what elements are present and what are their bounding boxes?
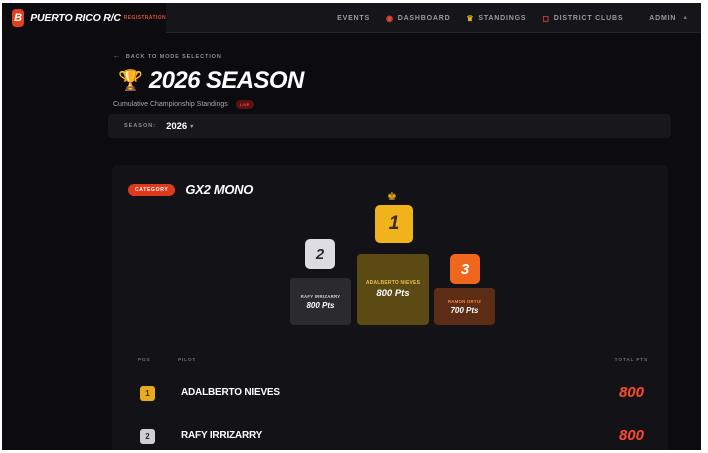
podium-first-name: ADALBERTO NIEVES	[365, 280, 421, 286]
column-header-pilot: PILOT	[178, 358, 197, 363]
season-select-value: 2026	[166, 120, 188, 132]
podium-first: ADALBERTO NIEVES 800 Pts	[357, 254, 429, 325]
live-badge: LIVE	[235, 100, 254, 109]
trophy-icon: 🏆	[118, 70, 143, 92]
page-title: 🏆 2026 SEASON	[118, 67, 304, 95]
nav-admin[interactable]: ADMIN ▲	[649, 15, 689, 22]
nav-dashboard[interactable]: ◉ DASHBOARD	[386, 14, 450, 23]
podium-rank-2: 2	[305, 239, 335, 269]
page-title-text: 2026 SEASON	[148, 67, 304, 94]
dashboard-icon: ◉	[385, 13, 394, 23]
trophy-icon: ♛	[466, 13, 475, 23]
table-row[interactable]: 1 ADALBERTO NIEVES 800	[112, 376, 668, 412]
podium-second: RAFY IRRIZARRY 800 Pts	[290, 278, 351, 325]
app-window: B PUERTO RICO R/C REGISTRATION EVENTS ◉ …	[2, 3, 701, 450]
category-badge: CATEGORY	[128, 183, 176, 196]
nav-admin-label: ADMIN	[649, 14, 677, 22]
column-header-pos: POS	[138, 358, 151, 363]
season-label: SEASON:	[124, 123, 157, 129]
main-nav: EVENTS ◉ DASHBOARD ♛ STANDINGS ◻ DISTRIC…	[321, 3, 689, 33]
nav-district-clubs-label: DISTRICT CLUBS	[553, 14, 624, 22]
podium-second-points: 800 Pts	[306, 300, 335, 310]
admin-arrow-icon: ▲	[682, 15, 689, 21]
podium-rank-3: 3	[450, 254, 480, 284]
nav-events-label: EVENTS	[337, 14, 370, 22]
nav-district-clubs[interactable]: ◻ DISTRICT CLUBS	[542, 14, 623, 23]
back-link[interactable]: ← BACK TO MODE SELECTION	[113, 53, 222, 60]
category-name: GX2 MONO	[185, 182, 254, 197]
column-header-total: TOTAL PTS	[614, 358, 648, 363]
subtitle-text: Cumulative Championship Standings	[113, 101, 228, 108]
nav-standings[interactable]: ♛ STANDINGS	[466, 14, 526, 23]
podium-second-name: RAFY IRRIZARRY	[300, 293, 341, 299]
pilot-name: RAFY IRRIZARRY	[181, 430, 263, 441]
total-points: 800	[618, 384, 644, 401]
position-badge: 2	[140, 429, 155, 444]
clubs-icon: ◻	[542, 13, 550, 23]
chevron-down-icon: ▾	[190, 123, 194, 130]
table-row[interactable]: 2 RAFY IRRIZARRY 800	[112, 419, 668, 450]
podium-third: RAMON ORTIZ 700 Pts	[434, 288, 495, 325]
category-card: CATEGORY GX2 MONO ♚ 1 2 3 RAFY IRRIZARRY…	[112, 165, 668, 450]
back-link-label: BACK TO MODE SELECTION	[125, 53, 222, 60]
podium-rank-1: 1	[375, 205, 413, 243]
position-badge: 1	[140, 386, 155, 401]
top-navbar: B PUERTO RICO R/C REGISTRATION EVENTS ◉ …	[2, 3, 701, 33]
podium-first-points: 800 Pts	[376, 288, 410, 299]
category-header: CATEGORY GX2 MONO	[128, 182, 253, 197]
brand[interactable]: B PUERTO RICO R/C REGISTRATION	[2, 3, 166, 33]
season-filter-bar: SEASON: 2026 ▾	[108, 114, 671, 138]
page-subtitle: Cumulative Championship Standings LIVE	[113, 100, 254, 109]
brand-name: PUERTO RICO R/C	[30, 12, 121, 24]
brand-tag: REGISTRATION	[123, 15, 166, 21]
total-points: 800	[618, 427, 644, 444]
season-select[interactable]: 2026 ▾	[166, 121, 193, 132]
arrow-left-icon: ←	[113, 53, 121, 60]
crown-icon: ♚	[387, 191, 397, 203]
nav-dashboard-label: DASHBOARD	[397, 14, 451, 22]
screenshot-frame: B PUERTO RICO R/C REGISTRATION EVENTS ◉ …	[0, 0, 708, 453]
nav-standings-label: STANDINGS	[478, 14, 527, 22]
podium-third-points: 700 Pts	[450, 305, 479, 315]
nav-events[interactable]: EVENTS	[337, 15, 370, 22]
logo-icon: B	[12, 9, 25, 27]
pilot-name: ADALBERTO NIEVES	[181, 387, 280, 398]
podium-third-name: RAMON ORTIZ	[447, 298, 482, 304]
